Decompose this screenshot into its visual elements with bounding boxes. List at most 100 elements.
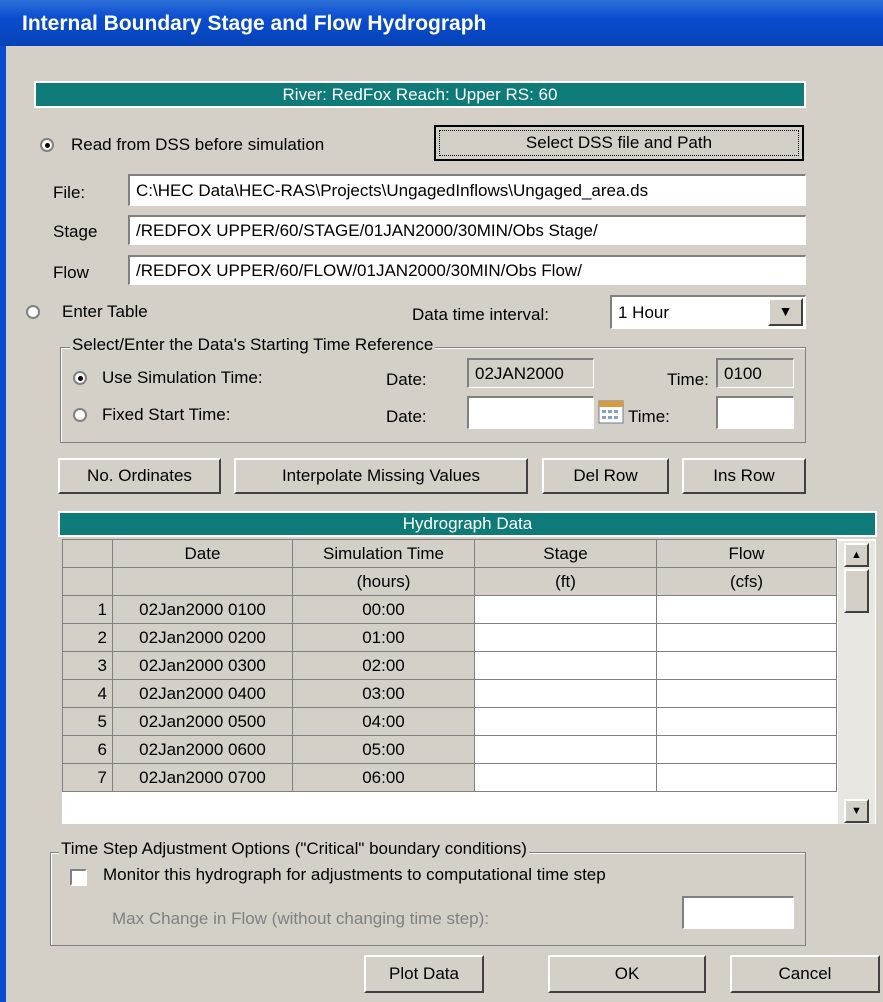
column-header[interactable]: Stage bbox=[474, 539, 657, 568]
date-cell: 02Jan2000 0400 bbox=[112, 679, 293, 708]
del-row-button[interactable]: Del Row bbox=[542, 458, 669, 494]
sim-time-cell: 02:00 bbox=[292, 651, 475, 680]
table-row: 6 02Jan2000 0600 05:00 bbox=[62, 735, 837, 764]
date-cell: 02Jan2000 0300 bbox=[112, 651, 293, 680]
date-cell: 02Jan2000 0600 bbox=[112, 735, 293, 764]
flow-cell[interactable] bbox=[656, 735, 837, 764]
max-change-field[interactable] bbox=[682, 896, 794, 929]
fixed-date-field[interactable] bbox=[467, 396, 594, 429]
time-reference-legend: Select/Enter the Data's Starting Time Re… bbox=[70, 335, 436, 355]
table-row: 2 02Jan2000 0200 01:00 bbox=[62, 623, 837, 652]
use-sim-time-label: Use Simulation Time: bbox=[102, 368, 263, 387]
stage-cell[interactable] bbox=[474, 651, 657, 680]
stage-cell[interactable] bbox=[474, 707, 657, 736]
row-number[interactable]: 6 bbox=[62, 735, 113, 764]
column-units: (hours) bbox=[292, 567, 475, 596]
fixed-date-label: Date: bbox=[386, 407, 427, 426]
interval-label: Data time interval: bbox=[412, 305, 549, 324]
sim-date-label: Date: bbox=[386, 370, 427, 389]
sim-time-label: Time: bbox=[667, 370, 709, 389]
table-row: 3 02Jan2000 0300 02:00 bbox=[62, 651, 837, 680]
interval-value: 1 Hour bbox=[618, 303, 670, 322]
fixed-time-field[interactable] bbox=[716, 396, 794, 429]
column-units: (ft) bbox=[474, 567, 657, 596]
row-number[interactable]: 1 bbox=[62, 595, 113, 624]
stage-path-field[interactable]: /REDFOX UPPER/60/STAGE/01JAN2000/30MIN/O… bbox=[128, 215, 806, 245]
fixed-time-label: Time: bbox=[628, 407, 670, 426]
dss-radio-label: Read from DSS before simulation bbox=[71, 135, 325, 154]
max-change-label: Max Change in Flow (without changing tim… bbox=[112, 909, 490, 928]
column-header[interactable]: Simulation Time bbox=[292, 539, 475, 568]
scroll-down-icon[interactable]: ▼ bbox=[844, 799, 869, 823]
file-field[interactable]: C:\HEC Data\HEC-RAS\Projects\UngagedInfl… bbox=[128, 174, 806, 206]
flow-cell[interactable] bbox=[656, 707, 837, 736]
sim-time-cell: 03:00 bbox=[292, 679, 475, 708]
date-cell: 02Jan2000 0200 bbox=[112, 623, 293, 652]
scroll-thumb[interactable] bbox=[844, 569, 869, 613]
ins-row-button[interactable]: Ins Row bbox=[682, 458, 806, 494]
row-number[interactable]: 2 bbox=[62, 623, 113, 652]
enter-table-label: Enter Table bbox=[62, 302, 148, 321]
hydrograph-grid: Date Simulation Time Stage Flow (hours) (ft)(… bbox=[62, 539, 876, 824]
time-reference-group bbox=[60, 347, 806, 443]
select-dss-button[interactable]: Select DSS file and Path bbox=[434, 125, 804, 161]
chevron-down-icon[interactable]: ▼ bbox=[768, 298, 803, 326]
location-banner: River: RedFox Reach: Upper RS: 60 bbox=[34, 81, 806, 108]
sim-time-cell: 04:00 bbox=[292, 707, 475, 736]
window-title: Internal Boundary Stage and Flow Hydrogr… bbox=[22, 12, 487, 35]
table-row: 4 02Jan2000 0400 03:00 bbox=[62, 679, 837, 708]
flow-cell[interactable] bbox=[656, 679, 837, 708]
table-row: 7 02Jan2000 0700 06:00 bbox=[62, 763, 837, 792]
column-units bbox=[112, 567, 293, 596]
stage-cell[interactable] bbox=[474, 623, 657, 652]
sim-time-field: 0100 bbox=[716, 358, 794, 388]
date-cell: 02Jan2000 0100 bbox=[112, 595, 293, 624]
stage-cell[interactable] bbox=[474, 679, 657, 708]
calendar-icon[interactable] bbox=[596, 398, 626, 426]
fixed-start-radio[interactable] bbox=[73, 408, 87, 422]
sim-time-cell: 01:00 bbox=[292, 623, 475, 652]
title-bar[interactable]: Internal Boundary Stage and Flow Hydrogr… bbox=[0, 0, 883, 46]
plot-data-button[interactable]: Plot Data bbox=[364, 955, 484, 993]
no-ordinates-button[interactable]: No. Ordinates bbox=[58, 458, 221, 494]
scroll-up-icon[interactable]: ▲ bbox=[844, 543, 869, 567]
dss-radio[interactable] bbox=[40, 138, 54, 152]
table-row: 1 02Jan2000 0100 00:00 bbox=[62, 595, 837, 624]
cancel-button[interactable]: Cancel bbox=[730, 955, 880, 993]
stage-label: Stage bbox=[53, 222, 98, 241]
interpolate-button[interactable]: Interpolate Missing Values bbox=[234, 458, 528, 494]
column-header[interactable]: Date bbox=[112, 539, 293, 568]
flow-cell[interactable] bbox=[656, 651, 837, 680]
grid-corner bbox=[62, 539, 113, 568]
stage-cell[interactable] bbox=[474, 595, 657, 624]
flow-cell[interactable] bbox=[656, 623, 837, 652]
grid-title: Hydrograph Data bbox=[58, 511, 877, 537]
column-header[interactable]: Flow bbox=[656, 539, 837, 568]
row-number[interactable]: 5 bbox=[62, 707, 113, 736]
row-number[interactable]: 7 bbox=[62, 763, 113, 792]
stage-cell[interactable] bbox=[474, 763, 657, 792]
use-sim-time-radio[interactable] bbox=[73, 371, 87, 385]
date-cell: 02Jan2000 0700 bbox=[112, 763, 293, 792]
enter-table-radio[interactable] bbox=[26, 305, 40, 319]
stage-cell[interactable] bbox=[474, 735, 657, 764]
row-number[interactable]: 4 bbox=[62, 679, 113, 708]
table-row: 5 02Jan2000 0500 04:00 bbox=[62, 707, 837, 736]
fixed-start-label: Fixed Start Time: bbox=[102, 405, 231, 424]
sim-date-field: 02JAN2000 bbox=[467, 358, 594, 388]
flow-path-field[interactable]: /REDFOX UPPER/60/FLOW/01JAN2000/30MIN/Ob… bbox=[128, 255, 806, 285]
ok-button[interactable]: OK bbox=[548, 955, 706, 993]
column-units: (cfs) bbox=[656, 567, 837, 596]
grid-scrollbar[interactable]: ▲ ▼ bbox=[838, 541, 875, 824]
flow-cell[interactable] bbox=[656, 763, 837, 792]
date-cell: 02Jan2000 0500 bbox=[112, 707, 293, 736]
monitor-checkbox[interactable] bbox=[70, 869, 87, 886]
monitor-label: Monitor this hydrograph for adjustments … bbox=[103, 865, 606, 884]
flow-label: Flow bbox=[53, 263, 89, 282]
sim-time-cell: 06:00 bbox=[292, 763, 475, 792]
row-number[interactable]: 3 bbox=[62, 651, 113, 680]
sim-time-cell: 05:00 bbox=[292, 735, 475, 764]
grid-units-row: (hours) (ft) (cfs) bbox=[62, 567, 837, 596]
sim-time-cell: 00:00 bbox=[292, 595, 475, 624]
flow-cell[interactable] bbox=[656, 595, 837, 624]
